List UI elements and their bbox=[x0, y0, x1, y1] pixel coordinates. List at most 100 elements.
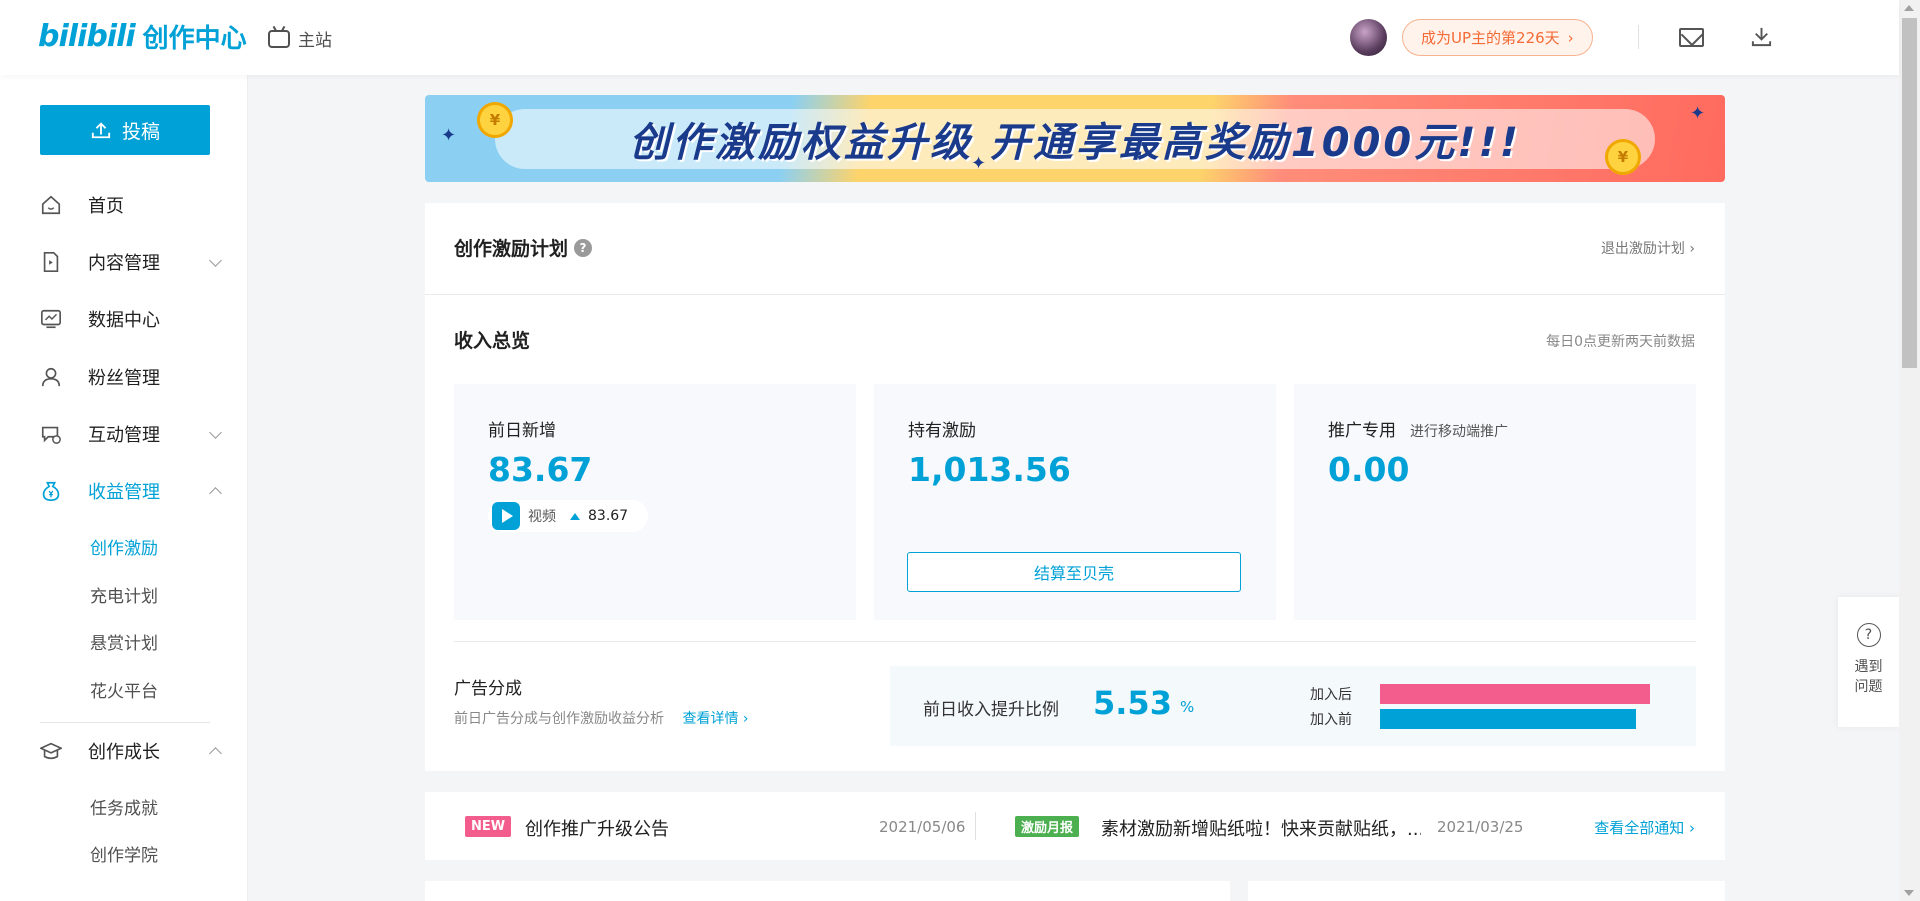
incentive-title-label: 创作激励计划 bbox=[454, 238, 569, 260]
all-notices-link[interactable]: 查看全部通知 › bbox=[1594, 817, 1695, 838]
sparkle-icon: ✦ bbox=[971, 153, 987, 174]
settle-button[interactable]: 结算至贝壳 bbox=[907, 552, 1241, 592]
promo-sub: 进行移动端推广 bbox=[1410, 424, 1508, 440]
stat-label: 推广专用 进行移动端推广 bbox=[1328, 416, 1508, 441]
notice-date: 2021/05/06 bbox=[879, 818, 966, 836]
after-label: 加入后 bbox=[1310, 687, 1352, 703]
stat-value: 83.67 bbox=[488, 450, 593, 489]
main-site-link[interactable]: 主站 bbox=[268, 26, 332, 51]
sidebar-item-label: 粉丝管理 bbox=[88, 368, 160, 389]
sidebar-item-fans[interactable]: 粉丝管理 bbox=[40, 362, 220, 392]
income-overview-title: 收入总览 bbox=[454, 330, 531, 352]
incentive-title: 创作激励计划 ? bbox=[454, 234, 593, 261]
sidebar-item-home[interactable]: 首页 bbox=[40, 190, 220, 220]
stat-value: 0.00 bbox=[1328, 450, 1410, 489]
sidebar-subitem-incentive[interactable]: 创作激励 bbox=[90, 534, 158, 559]
sidebar-subitem-achievements[interactable]: 任务成就 bbox=[90, 794, 158, 819]
video-value: 83.67 bbox=[588, 508, 629, 524]
arrow-up-icon bbox=[570, 512, 580, 520]
stat-holdings: 持有激励 1,013.56 结算至贝壳 bbox=[874, 384, 1276, 620]
ad-share-title: 广告分成 bbox=[454, 679, 522, 699]
play-icon bbox=[492, 502, 520, 530]
content-icon bbox=[40, 251, 62, 273]
coin-icon: ¥ bbox=[477, 102, 513, 138]
sidebar-item-income[interactable]: 收益管理 bbox=[40, 476, 222, 506]
ratio-label: 前日收入提升比例 bbox=[923, 700, 1059, 720]
card-divider bbox=[425, 294, 1725, 295]
stat-label: 前日新增 bbox=[488, 421, 556, 441]
chevron-down-icon bbox=[209, 426, 222, 439]
bottom-card bbox=[425, 881, 1230, 901]
avatar[interactable] bbox=[1350, 19, 1387, 56]
ad-share-desc: 前日广告分成与创作激励收益分析 查看详情 › bbox=[454, 708, 749, 728]
stat-label: 持有激励 bbox=[908, 421, 976, 441]
sidebar-item-data[interactable]: 数据中心 bbox=[40, 304, 220, 334]
money-bag-icon bbox=[40, 480, 62, 502]
all-notices-label: 查看全部通知 bbox=[1594, 819, 1685, 837]
sidebar-item-label: 内容管理 bbox=[88, 253, 160, 274]
report-badge: 激励月报 bbox=[1015, 816, 1080, 837]
logo[interactable]: bilibili 创作中心 bbox=[38, 18, 247, 55]
new-badge: NEW bbox=[465, 816, 512, 837]
sidebar-subitem-spark[interactable]: 花火平台 bbox=[90, 677, 158, 702]
sidebar-subitem-academy[interactable]: 创作学院 bbox=[90, 841, 158, 866]
scroll-down-arrow[interactable] bbox=[1904, 890, 1914, 896]
help-label: 遇到问题 bbox=[1854, 659, 1883, 695]
download-icon[interactable] bbox=[1750, 25, 1773, 48]
section-divider bbox=[454, 641, 1696, 642]
promo-label: 推广专用 bbox=[1328, 421, 1396, 441]
sidebar-divider bbox=[40, 722, 210, 723]
up-days-badge[interactable]: 成为UP主的第226天 › bbox=[1402, 19, 1593, 56]
notice-title[interactable]: 素材激励新增贴纸啦！快来贡献贴纸，... bbox=[1101, 815, 1421, 841]
exit-label: 退出激励计划 bbox=[1600, 241, 1685, 257]
upload-icon bbox=[91, 122, 111, 139]
home-icon bbox=[40, 194, 62, 216]
top-header: bilibili 创作中心 主站 成为UP主的第226天 › bbox=[0, 0, 1899, 75]
sidebar-item-content[interactable]: 内容管理 bbox=[40, 247, 222, 277]
promo-banner[interactable]: 创作激励权益升级 开通享最高奖励1000元!!! ¥ ¥ ✦ ✦ ✦ bbox=[425, 95, 1725, 182]
question-icon[interactable]: ? bbox=[574, 238, 593, 257]
chevron-up-icon bbox=[209, 487, 222, 500]
banner-pill: 创作激励权益升级 开通享最高奖励1000元!!! bbox=[495, 109, 1655, 169]
graduation-cap-icon bbox=[40, 740, 62, 762]
exit-incentive-link[interactable]: 退出激励计划 › bbox=[1601, 238, 1695, 258]
chevron-right-icon: › bbox=[1689, 241, 1695, 257]
sidebar-subitem-bounty[interactable]: 悬赏计划 bbox=[90, 629, 158, 654]
chat-icon bbox=[40, 423, 62, 445]
mail-icon[interactable] bbox=[1679, 28, 1704, 47]
before-label: 加入前 bbox=[1310, 712, 1352, 728]
ratio-unit: % bbox=[1180, 698, 1195, 716]
sparkle-icon: ✦ bbox=[441, 125, 457, 146]
sidebar-item-label: 创作成长 bbox=[88, 742, 160, 763]
stat-value: 1,013.56 bbox=[908, 450, 1071, 489]
sidebar-item-interaction[interactable]: 互动管理 bbox=[40, 419, 222, 449]
scroll-up-arrow[interactable] bbox=[1904, 5, 1914, 11]
incentive-card: 创作激励计划 ? 退出激励计划 › 收入总览 每日0点更新两天前数据 前日新增 … bbox=[425, 203, 1725, 771]
ad-desc-text: 前日广告分成与创作激励收益分析 bbox=[454, 711, 664, 727]
sidebar-subitem-charge[interactable]: 充电计划 bbox=[90, 582, 158, 607]
bottom-card bbox=[1248, 881, 1725, 901]
fans-icon bbox=[40, 366, 62, 388]
banner-text: 创作激励权益升级 开通享最高奖励1000元!!! bbox=[629, 120, 1521, 166]
scrollbar[interactable] bbox=[1899, 0, 1920, 901]
scroll-thumb[interactable] bbox=[1902, 18, 1917, 368]
chart-icon bbox=[40, 308, 62, 330]
chevron-right-icon: › bbox=[1689, 819, 1695, 837]
tv-icon bbox=[268, 29, 290, 48]
ratio-value: 5.53 bbox=[1093, 684, 1172, 722]
chevron-right-icon: › bbox=[1567, 28, 1574, 47]
chevron-up-icon bbox=[209, 747, 222, 760]
update-note: 每日0点更新两天前数据 bbox=[1546, 334, 1695, 350]
notice-title[interactable]: 创作推广升级公告 bbox=[525, 815, 669, 841]
income-ratio-box: 前日收入提升比例 5.53 % 加入后 加入前 bbox=[890, 666, 1696, 746]
question-icon: ? bbox=[1856, 623, 1881, 647]
video-label: 视频 bbox=[528, 509, 556, 525]
help-float-button[interactable]: ? 遇到问题 bbox=[1838, 597, 1899, 727]
detail-link[interactable]: 查看详情 › bbox=[682, 711, 748, 727]
main-site-label: 主站 bbox=[298, 31, 332, 51]
upload-button[interactable]: 投稿 bbox=[40, 105, 210, 155]
sidebar-item-label: 数据中心 bbox=[88, 310, 160, 331]
before-bar bbox=[1380, 709, 1636, 729]
notice-date: 2021/03/25 bbox=[1437, 818, 1524, 836]
sidebar-item-growth[interactable]: 创作成长 bbox=[40, 736, 222, 766]
